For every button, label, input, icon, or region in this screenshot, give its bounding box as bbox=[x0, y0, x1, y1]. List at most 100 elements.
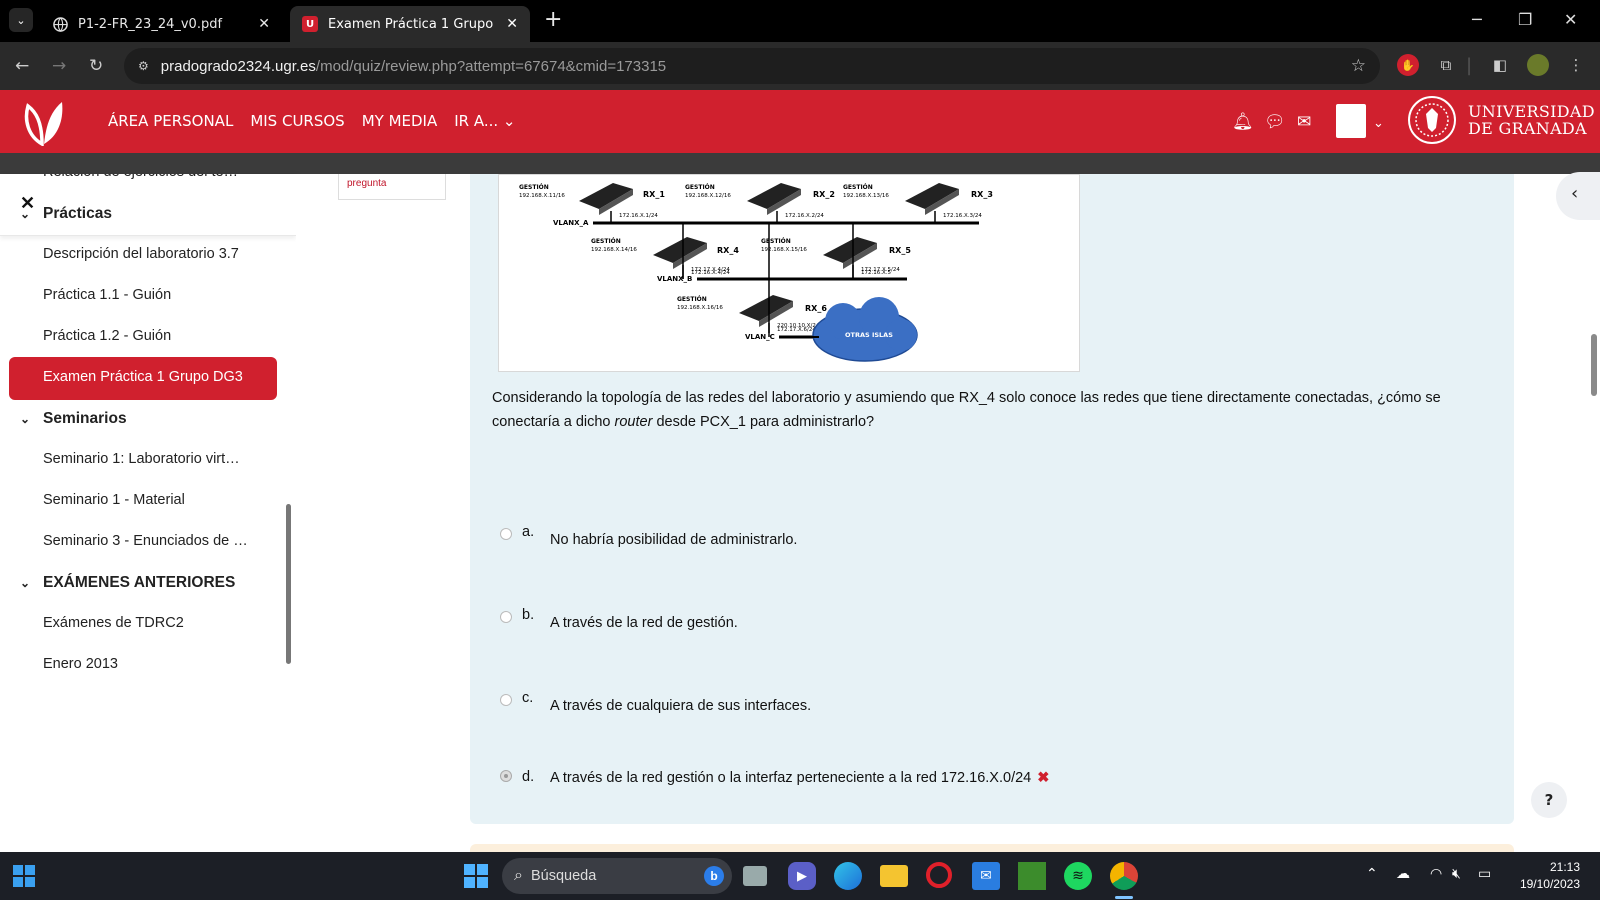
search-placeholder: Búsqueda bbox=[530, 868, 597, 884]
back-arrow-icon[interactable]: ← bbox=[15, 56, 29, 76]
user-avatar[interactable] bbox=[1336, 104, 1366, 138]
forward-arrow-icon[interactable]: → bbox=[52, 56, 66, 76]
answer-option-c[interactable]: c. A través de cualquiera de sus interfa… bbox=[500, 690, 811, 714]
network-topology-diagram: VLANX_A VLANX_B VLAN_C RX_1 GESTIÓN 192.168.X… bbox=[519, 183, 993, 362]
opera-icon[interactable] bbox=[926, 862, 952, 888]
browser-tab-strip: ⌄ P1-2-FR_23_24_v0.pdf ✕ U Examen Prácti… bbox=[0, 0, 1600, 42]
chat-bubble-icon[interactable]: 💬︎ bbox=[1264, 112, 1286, 132]
option-text: No habría posibilidad de administrarlo. bbox=[550, 532, 798, 548]
chrome-icon[interactable] bbox=[1110, 862, 1138, 890]
link-address: 172.16.X.1/24 bbox=[619, 213, 658, 219]
chevron-down-icon[interactable]: ⌄ bbox=[20, 207, 36, 221]
answer-option-d[interactable]: d. A través de la red gestión o la inter… bbox=[500, 769, 1049, 786]
radio-button[interactable] bbox=[500, 528, 512, 540]
menu-ir-a[interactable]: IR A... ⌄ bbox=[454, 112, 515, 130]
router-name: RX_5 bbox=[889, 246, 911, 255]
gestion-label: GESTIÓN bbox=[761, 238, 791, 245]
chevron-down-icon[interactable]: ⌄ bbox=[20, 576, 36, 590]
windows-start-icon[interactable] bbox=[12, 864, 36, 888]
menu-my-media[interactable]: MY MEDIA bbox=[362, 112, 438, 130]
vlan-label: VLANX_B bbox=[657, 275, 692, 283]
bell-icon[interactable]: 🔔︎ bbox=[1232, 112, 1254, 132]
option-letter: d. bbox=[522, 769, 535, 785]
sidebar-section[interactable]: ⌄ EXÁMENES ANTERIORES bbox=[20, 574, 235, 592]
taskbar-clock[interactable]: 21:13 19/10/2023 bbox=[1512, 859, 1580, 893]
tray-overflow-chevron-icon[interactable]: ⌃ bbox=[1366, 866, 1378, 882]
browser-menu-icon[interactable]: ⋮ bbox=[1565, 54, 1587, 76]
sidebar-item[interactable]: Exámenes de TDRC2 bbox=[43, 615, 184, 631]
sidebar-section[interactable]: ⌄ Prácticas bbox=[20, 205, 112, 223]
chevron-down-icon[interactable]: ⌄ bbox=[20, 412, 36, 426]
sidebar-item[interactable]: Práctica 1.1 - Guión bbox=[43, 287, 171, 303]
router-name: RX_2 bbox=[813, 190, 835, 199]
sidebar-item-active[interactable]: Examen Práctica 1 Grupo DG3 bbox=[9, 357, 277, 400]
site-navbar: ÁREA PERSONAL MIS CURSOS MY MEDIA IR A..… bbox=[0, 90, 1600, 153]
mail-app-icon[interactable]: ✉ bbox=[972, 862, 1000, 890]
answer-option-b[interactable]: b. A través de la red de gestión. bbox=[500, 607, 738, 631]
sidebar-item[interactable]: Seminario 1: Laboratorio virt… bbox=[43, 451, 240, 467]
windows-start-center-icon[interactable] bbox=[462, 862, 490, 890]
taskbar-search[interactable]: ⌕ Búsqueda b bbox=[502, 858, 732, 894]
window-close-button[interactable]: ✕ bbox=[1564, 10, 1577, 29]
question-text-part2: desde PCX_1 para administrarlo? bbox=[652, 414, 875, 430]
radio-button-selected[interactable] bbox=[500, 770, 512, 782]
battery-icon[interactable]: ▭ bbox=[1478, 866, 1491, 882]
cloud-label: OTRAS ISLAS bbox=[845, 331, 893, 339]
sidebar-item[interactable]: Relación de ejercicios del te… bbox=[43, 174, 238, 180]
speaker-muted-icon[interactable]: 🔇︎ bbox=[1452, 866, 1461, 882]
wifi-icon[interactable]: ◠ bbox=[1430, 866, 1442, 882]
sidebar-section[interactable]: ⌄ Seminarios bbox=[20, 410, 127, 428]
prado-logo[interactable] bbox=[22, 98, 64, 146]
question-info-label: pregunta bbox=[347, 178, 387, 189]
open-block-drawer-chevron-left-icon[interactable]: ‹ bbox=[1556, 172, 1600, 220]
mail-icon[interactable]: ✉ bbox=[1297, 112, 1311, 132]
new-tab-button[interactable]: + bbox=[544, 8, 562, 32]
sidebar-item[interactable]: Seminario 1 - Material bbox=[43, 492, 185, 508]
chevron-down-icon[interactable]: ⌄ bbox=[1373, 116, 1384, 131]
sidebar-scrollbar[interactable] bbox=[286, 504, 291, 664]
sidebar-item[interactable]: Enero 2013 bbox=[43, 656, 118, 672]
main-menu: ÁREA PERSONAL MIS CURSOS MY MEDIA IR A..… bbox=[108, 112, 516, 130]
task-view-icon[interactable] bbox=[743, 866, 767, 886]
url-host: pradogrado2324.ugr.es bbox=[160, 57, 316, 75]
sidebar-item[interactable]: Práctica 1.2 - Guión bbox=[43, 328, 171, 344]
course-index-drawer: ✕ ⌄Tema 5. Capa de aplicaciónTema 5. Cap… bbox=[0, 174, 296, 852]
spotify-icon[interactable]: ≋ bbox=[1064, 862, 1092, 890]
university-name: UNIVERSIDAD DE GRANADA bbox=[1468, 103, 1595, 137]
bookmark-star-icon[interactable]: ☆ bbox=[1351, 56, 1366, 76]
sidebar-item[interactable]: Seminario 3 - Enunciados de … bbox=[43, 533, 248, 549]
sidebar-section-label: EXÁMENES ANTERIORES bbox=[43, 574, 236, 591]
help-button[interactable]: ? bbox=[1531, 782, 1567, 818]
profile-avatar-icon[interactable] bbox=[1527, 54, 1549, 76]
onedrive-cloud-icon[interactable]: ☁ bbox=[1396, 866, 1410, 882]
radio-button[interactable] bbox=[500, 694, 512, 706]
url-bar[interactable]: ⚙ pradogrado2324.ugr.es/mod/quiz/review.… bbox=[124, 48, 1380, 84]
menu-mis-cursos[interactable]: MIS CURSOS bbox=[250, 112, 344, 130]
extension-adblock-icon[interactable]: ✋ bbox=[1397, 54, 1419, 76]
option-letter: a. bbox=[522, 524, 535, 540]
tab-close-icon[interactable]: ✕ bbox=[506, 16, 518, 32]
option-text: A través de la red gestión o la interfaz… bbox=[550, 770, 1049, 786]
answer-option-a[interactable]: a. No habría posibilidad de administrarl… bbox=[500, 524, 798, 548]
tab-close-icon[interactable]: ✕ bbox=[258, 16, 270, 32]
minimize-button[interactable]: ─ bbox=[1472, 10, 1482, 29]
sidebar-item[interactable]: Descripción del laboratorio 3.7 bbox=[43, 246, 239, 262]
restore-button[interactable]: ❐ bbox=[1518, 10, 1532, 29]
extensions-puzzle-icon[interactable]: ⧉ bbox=[1435, 54, 1457, 76]
site-settings-icon[interactable]: ⚙ bbox=[138, 59, 149, 73]
reload-icon[interactable]: ↻ bbox=[89, 56, 103, 76]
page-scrollbar[interactable] bbox=[1591, 334, 1597, 396]
menu-area-personal[interactable]: ÁREA PERSONAL bbox=[108, 112, 233, 130]
browser-tab-pdf[interactable]: P1-2-FR_23_24_v0.pdf ✕ bbox=[40, 6, 282, 42]
tab-search-chevron-icon[interactable]: ⌄ bbox=[9, 8, 33, 32]
side-panel-icon[interactable]: ◧ bbox=[1489, 54, 1511, 76]
bing-icon[interactable]: b bbox=[704, 866, 724, 886]
file-explorer-icon[interactable] bbox=[880, 865, 908, 887]
sidebar-section-label: Seminarios bbox=[43, 410, 127, 427]
minecraft-icon[interactable] bbox=[1018, 862, 1046, 890]
radio-button[interactable] bbox=[500, 611, 512, 623]
teams-chat-icon[interactable]: ▶ bbox=[788, 862, 816, 890]
edge-icon[interactable] bbox=[834, 862, 862, 890]
browser-tab-exam[interactable]: U Examen Práctica 1 Grupo DG3: ✕ bbox=[290, 6, 530, 42]
clock-date: 19/10/2023 bbox=[1519, 877, 1580, 891]
